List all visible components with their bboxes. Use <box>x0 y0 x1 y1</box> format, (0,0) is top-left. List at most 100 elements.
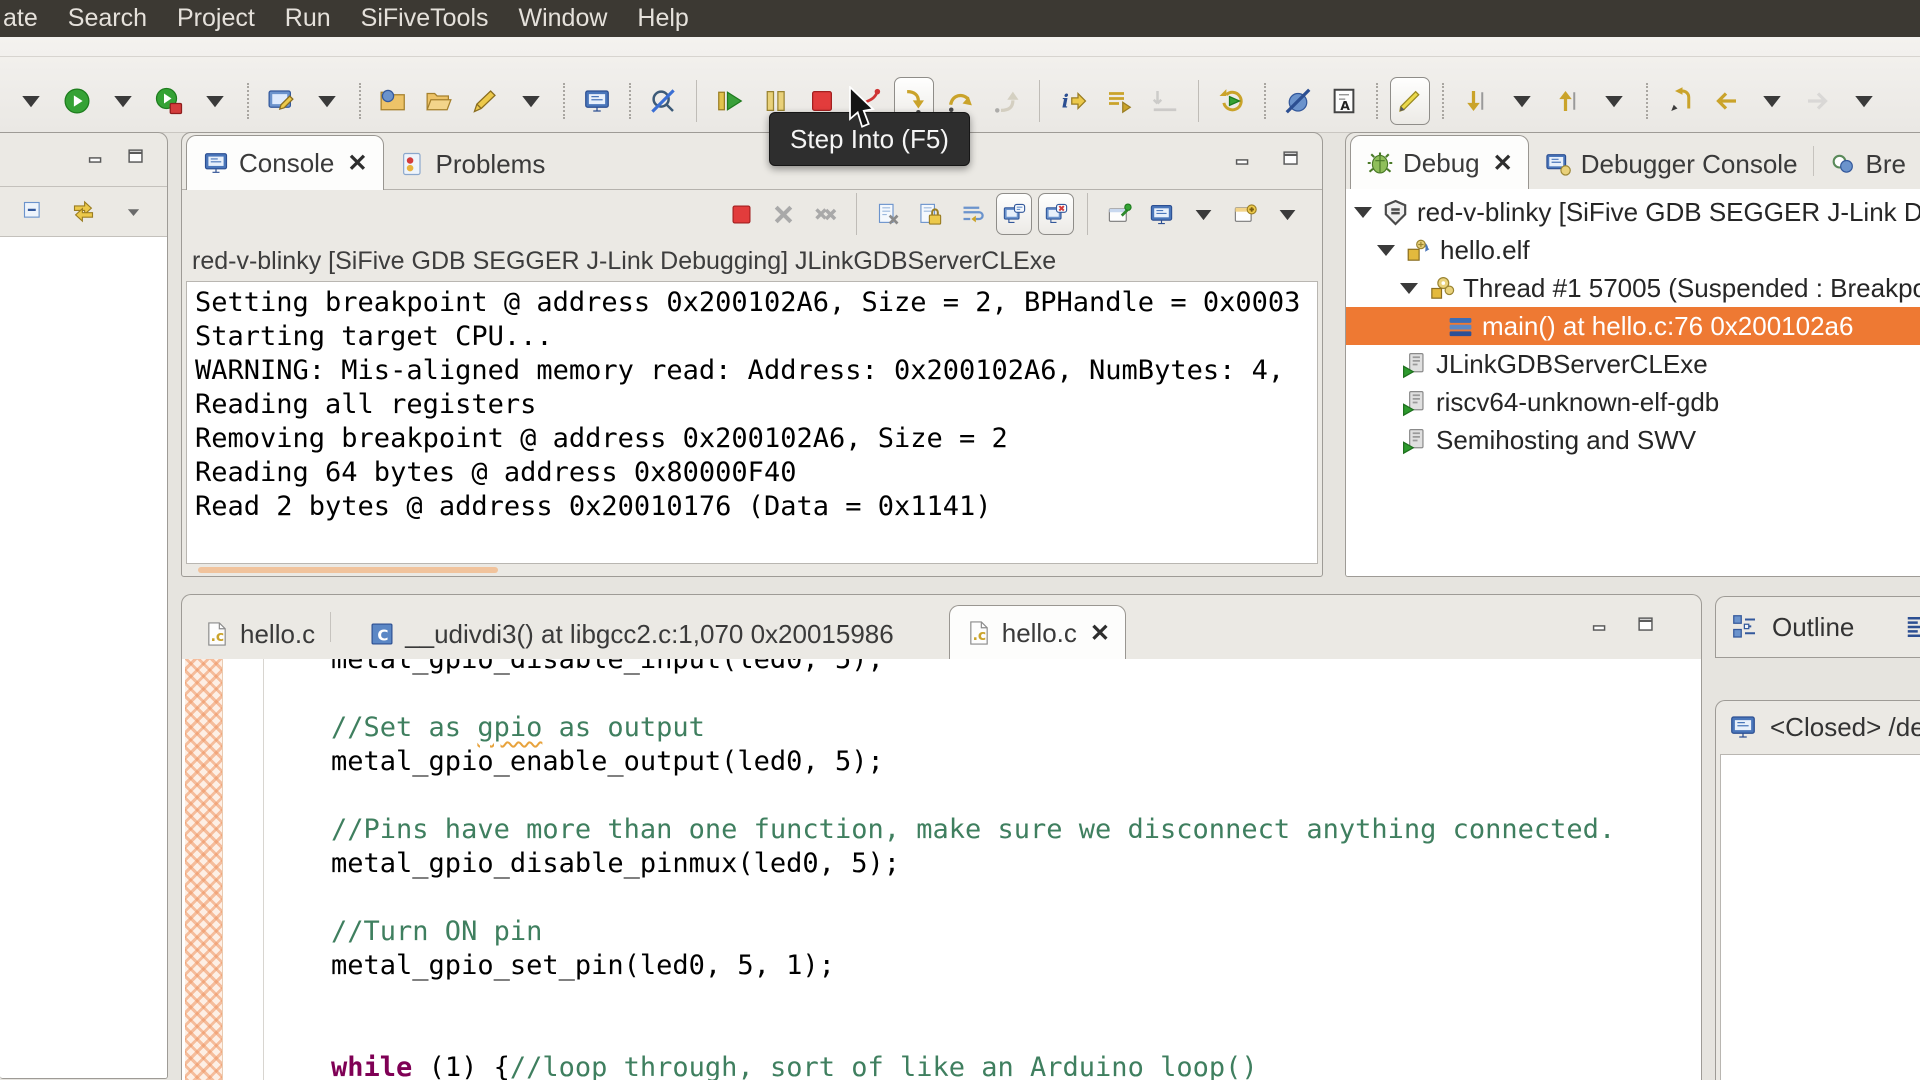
word-wrap-button[interactable] <box>954 193 990 235</box>
c-file-icon: .c <box>965 619 993 647</box>
sort-icon[interactable] <box>1904 612 1920 642</box>
show-on-stdout-change-button[interactable] <box>996 193 1032 235</box>
tree-item-label: Semihosting and SWV <box>1436 424 1697 455</box>
open-project-button[interactable] <box>419 77 459 125</box>
menu-item-sifivetools[interactable]: SiFiveTools <box>346 0 504 37</box>
close-icon[interactable]: ✕ <box>347 149 367 178</box>
debug-tree-item-hello-elf[interactable]: hello.elf <box>1346 231 1920 269</box>
resume-button[interactable] <box>710 77 750 125</box>
terminal-tab[interactable]: <Closed> /de <box>1716 701 1920 753</box>
maximize-button[interactable] <box>1278 147 1304 171</box>
minimize-button[interactable] <box>1587 613 1613 637</box>
previous-annotation-dropdown-button[interactable] <box>1594 77 1634 125</box>
perspective-dropdown-button[interactable] <box>11 77 51 125</box>
toggle-search-button[interactable] <box>643 77 683 125</box>
project-explorer-content[interactable] <box>0 236 167 1078</box>
remove-all-terminated-button[interactable] <box>807 193 843 235</box>
display-console-dropdown-button[interactable] <box>1185 193 1221 235</box>
breakpoints-view-icon <box>1829 150 1857 178</box>
forward-history-button[interactable] <box>1798 77 1838 125</box>
edit-element-button[interactable] <box>465 77 505 125</box>
code-area[interactable]: metal_gpio_disable_input(led0, 5); //Set… <box>264 659 1701 1080</box>
previous-annotation-button[interactable] <box>1548 77 1588 125</box>
resume-icon <box>715 86 745 116</box>
tab-udivdi3-at-libgcc2-c-1-070-0x20015986[interactable]: C __udivdi3() at libgcc2.c:1,070 0x200159… <box>353 609 909 659</box>
maximize-button[interactable] <box>123 145 149 169</box>
close-icon[interactable]: ✕ <box>1493 149 1513 178</box>
menu-item-ate[interactable]: ate <box>0 0 53 37</box>
menu-item-help[interactable]: Help <box>622 0 703 37</box>
forward-history-dropdown-button[interactable] <box>1844 77 1884 125</box>
next-annotation-button[interactable] <box>1456 77 1496 125</box>
collapse-all-button[interactable] <box>15 191 51 233</box>
tab-console[interactable]: Console ✕ <box>186 135 384 190</box>
debug-tree-item-thread-1-57005-suspended[interactable]: Thread #1 57005 (Suspended : Breakpo <box>1346 269 1920 307</box>
expand-arrow-icon[interactable] <box>1354 206 1372 218</box>
console-output-line: Reading all registers <box>195 389 537 420</box>
move-to-line-button[interactable] <box>1099 77 1139 125</box>
toggle-mark-occurrences-button[interactable] <box>1390 77 1430 125</box>
terminal-content[interactable] <box>1720 754 1920 1080</box>
debug-tree-item-red-v-blinky-sifive-gdb-[interactable]: red-v-blinky [SiFive GDB SEGGER J-Link D… <box>1346 193 1920 231</box>
terminate-relaunch-dropdown-button[interactable] <box>195 77 235 125</box>
restart-button[interactable] <box>1212 77 1252 125</box>
show-stderr-icon <box>1043 201 1070 228</box>
scroll-lock-button[interactable] <box>912 193 948 235</box>
next-annotation-dropdown-button[interactable] <box>1502 77 1542 125</box>
open-console-dropdown-button[interactable] <box>1269 193 1305 235</box>
link-with-editor-button[interactable] <box>65 191 101 233</box>
debug-tree-item-main-at-hello-c-76-0x200[interactable]: main() at hello.c:76 0x200102a6 <box>1346 307 1920 345</box>
console-output[interactable]: Setting breakpoint @ address 0x200102A6,… <box>186 281 1318 564</box>
tab-problems[interactable]: Problems <box>384 139 561 189</box>
run-dropdown-button[interactable] <box>103 77 143 125</box>
tab-label: __udivdi3() at libgcc2.c:1,070 0x2001598… <box>405 618 894 649</box>
minimize-button[interactable] <box>83 145 109 169</box>
new-editor-button[interactable] <box>261 77 301 125</box>
display-selected-console-button[interactable] <box>1143 193 1179 235</box>
scroll-lock-icon <box>917 201 944 228</box>
clear-console-button[interactable] <box>870 193 906 235</box>
tab-hello-c[interactable]: .c hello.c ✕ <box>948 605 1126 660</box>
tab-debug[interactable]: Debug ✕ <box>1350 135 1529 190</box>
tab-debugger-console[interactable]: Debugger Console <box>1529 139 1813 189</box>
debug-tree-item-semihosting-and-swv[interactable]: Semihosting and SWV <box>1346 421 1920 459</box>
range-indicator-ruler[interactable] <box>185 659 223 1080</box>
back-history-button[interactable] <box>1706 77 1746 125</box>
show-on-stderr-change-button[interactable] <box>1038 193 1074 235</box>
expand-arrow-icon[interactable] <box>1400 282 1418 294</box>
remove-launch-button[interactable] <box>765 193 801 235</box>
menu-item-window[interactable]: Window <box>504 0 623 37</box>
menu-item-project[interactable]: Project <box>162 0 270 37</box>
open-terminal-button[interactable] <box>577 77 617 125</box>
open-disassembly-button[interactable]: A <box>1324 77 1364 125</box>
maximize-button[interactable] <box>1633 613 1659 637</box>
terminate-console-button[interactable] <box>723 193 759 235</box>
skip-all-breakpoints-button[interactable] <box>1278 77 1318 125</box>
open-console-button[interactable] <box>1227 193 1263 235</box>
tab-bre[interactable]: Bre <box>1814 139 1920 189</box>
debug-tree-item-riscv64-unknown-elf-gdb[interactable]: riscv64-unknown-elf-gdb <box>1346 383 1920 421</box>
console-scrollbar[interactable] <box>198 567 498 573</box>
last-edit-location-button[interactable] <box>1660 77 1700 125</box>
step-return-button[interactable] <box>986 77 1026 125</box>
tab-hello-c[interactable]: .c hello.c <box>188 609 330 659</box>
import-project-button[interactable] <box>373 77 413 125</box>
run-button[interactable] <box>57 77 97 125</box>
debug-tree-item-jlinkgdbserverclexe[interactable]: JLinkGDBServerCLExe <box>1346 345 1920 383</box>
menu-item-search[interactable]: Search <box>53 0 162 37</box>
pin-console-button[interactable] <box>1101 193 1137 235</box>
instruction-stepping-button[interactable]: i <box>1053 77 1093 125</box>
toolbar-separator <box>1442 83 1444 119</box>
back-history-dropdown-button[interactable] <box>1752 77 1792 125</box>
new-editor-dropdown-button[interactable] <box>307 77 347 125</box>
view-menu-button[interactable] <box>115 191 151 233</box>
close-icon[interactable]: ✕ <box>1090 619 1110 648</box>
expand-arrow-icon[interactable] <box>1377 244 1395 256</box>
run-to-line-button[interactable] <box>1145 77 1185 125</box>
terminate-relaunch-button[interactable] <box>149 77 189 125</box>
line-number-ruler[interactable] <box>223 659 264 1080</box>
menu-item-run[interactable]: Run <box>270 0 346 37</box>
minimize-button[interactable] <box>1230 147 1256 171</box>
open-dropdown-button[interactable] <box>511 77 551 125</box>
